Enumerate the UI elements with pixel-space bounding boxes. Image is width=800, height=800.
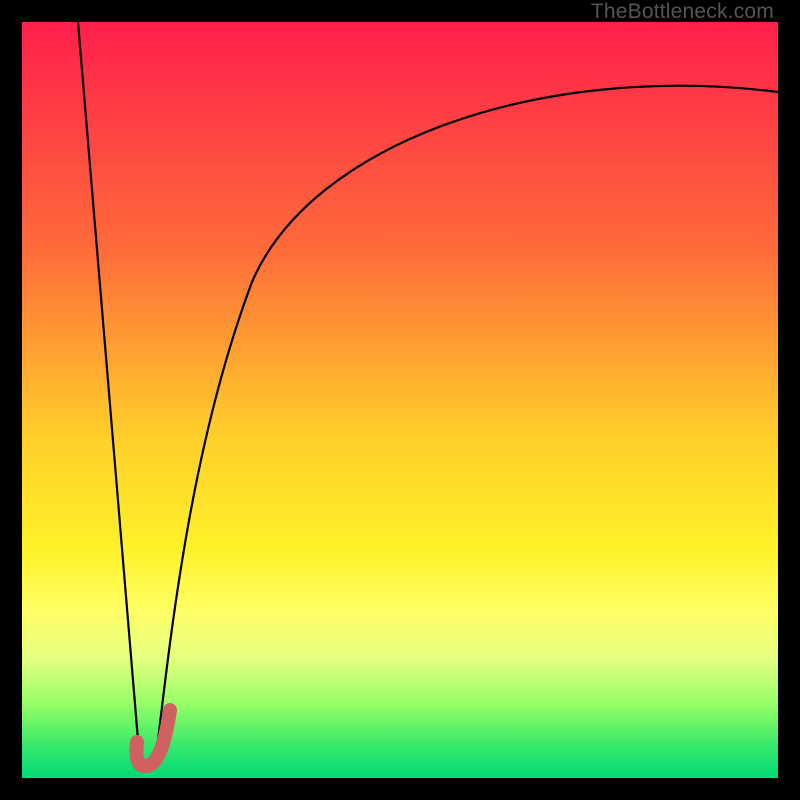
descending-line	[78, 22, 140, 764]
plot-frame	[22, 22, 778, 778]
bottleneck-curve	[22, 22, 778, 778]
ascending-curve	[156, 86, 778, 757]
valley-hook-icon	[136, 710, 170, 766]
watermark-text: TheBottleneck.com	[591, 0, 774, 24]
